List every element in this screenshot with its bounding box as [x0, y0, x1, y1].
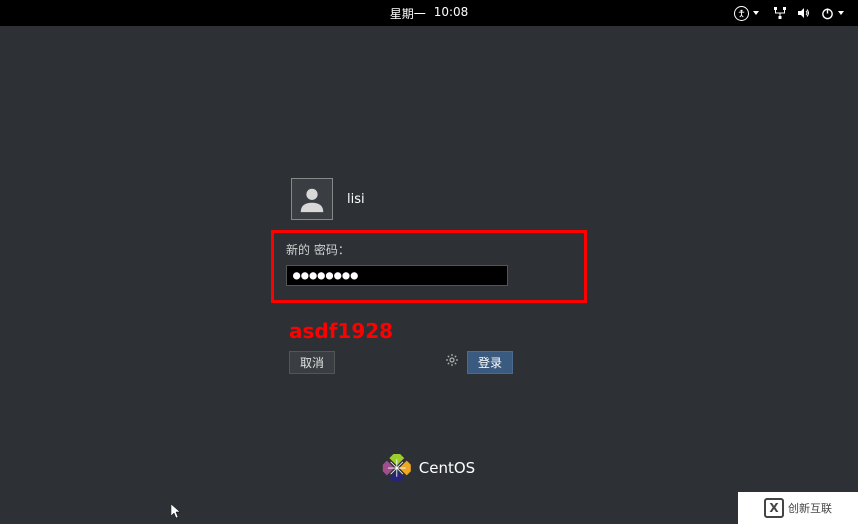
top-bar: 星期一 10:08: [0, 0, 858, 26]
password-label: 新的 密码：: [286, 241, 572, 258]
watermark-text: 创新互联: [788, 500, 832, 516]
centos-logo-icon: [383, 454, 411, 482]
power-icon: [821, 7, 834, 20]
login-panel: lisi 新的 密码： asdf1928 取消 登录: [289, 178, 569, 374]
user-icon: [297, 184, 327, 214]
password-highlight-annotation: 新的 密码：: [271, 230, 587, 303]
chevron-down-icon: [753, 11, 759, 15]
branding: CentOS: [383, 454, 475, 482]
cancel-button[interactable]: 取消: [289, 351, 335, 374]
login-button[interactable]: 登录: [467, 351, 513, 374]
password-annotation-text: asdf1928: [289, 319, 569, 343]
password-input[interactable]: [286, 265, 508, 286]
avatar: [291, 178, 333, 220]
accessibility-icon: [734, 6, 749, 21]
cursor-icon: [171, 504, 183, 520]
chevron-down-icon: [838, 11, 844, 15]
volume-icon[interactable]: [797, 6, 811, 20]
user-row: lisi: [291, 178, 569, 220]
power-menu[interactable]: [821, 7, 844, 20]
accessibility-menu[interactable]: [734, 6, 759, 21]
status-icons: [734, 6, 844, 21]
gear-icon[interactable]: [445, 353, 459, 371]
day-label: 星期一: [390, 5, 426, 22]
username-label: lisi: [347, 192, 365, 207]
clock: 星期一 10:08: [390, 5, 469, 22]
brand-name: CentOS: [419, 459, 475, 477]
button-row: 取消 登录: [289, 351, 513, 374]
network-icon[interactable]: [773, 6, 787, 20]
time-label: 10:08: [434, 5, 469, 22]
watermark: X 创新互联: [738, 492, 858, 524]
watermark-logo-icon: X: [764, 498, 784, 518]
